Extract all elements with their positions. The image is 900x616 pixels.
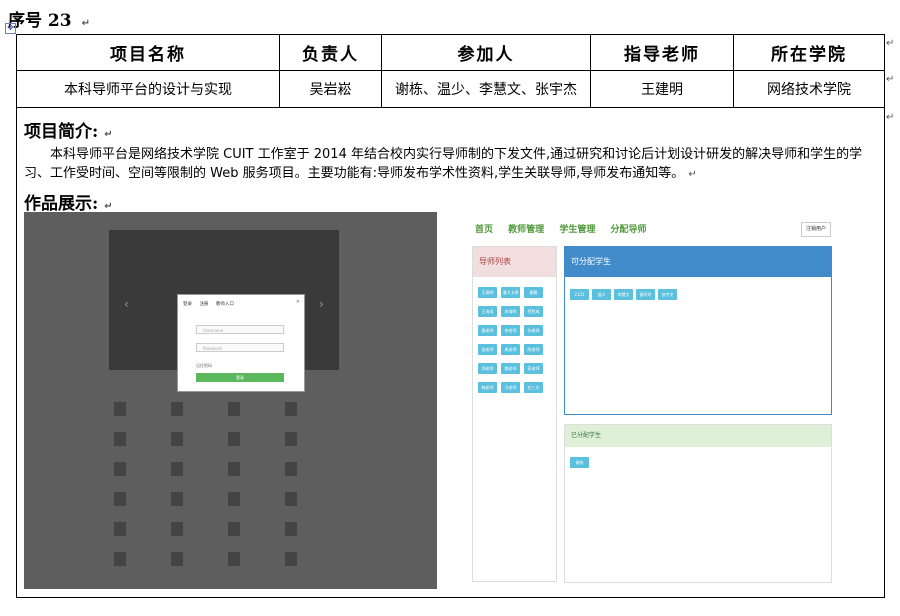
thumbnail-image	[171, 552, 183, 566]
teacher-button: 谢雅	[524, 287, 543, 298]
login-button: 登录	[196, 373, 284, 382]
thumbnail-image	[114, 552, 126, 566]
nav-assign: 分配导师	[610, 225, 647, 235]
student-button: 李慧文	[614, 289, 633, 300]
intro-paragraph: 本科导师平台是网络技术学院 CUIT 工作室于 2014 年结合校内实行导师制的…	[24, 147, 863, 181]
thumbnail-image	[114, 492, 126, 506]
screenshot-admin-page: 首页 教师管理 学生管理 分配导师 注销用户 导师列表 王建明 潘大卡德 谢雅王海涛…	[465, 212, 835, 589]
teacher-button: 王海涛	[478, 306, 497, 317]
header-project-name: 项目名称	[16, 34, 280, 71]
teacher-button: 蒋老师	[524, 363, 543, 374]
student-button: 2121	[570, 289, 589, 300]
teacher-button: 周老师	[501, 344, 520, 355]
thumbnail-image	[114, 432, 126, 446]
thumbnail-image	[228, 492, 240, 506]
row-end-mark: ↵	[886, 74, 895, 85]
teacher-button: 韩老师	[478, 382, 497, 393]
thumbnail-image	[285, 552, 297, 566]
student-button: 张宇文	[658, 289, 677, 300]
teacher-button: 潘大卡德	[501, 287, 520, 298]
carousel-next-icon: ›	[319, 297, 324, 311]
row-end-mark: ↵	[886, 112, 895, 123]
thumbnail-image	[228, 552, 240, 566]
login-dialog: 登录 注册 教师入口 × Username Password 记住密码 登录	[177, 294, 305, 392]
thumbnail-image	[114, 522, 126, 536]
showcase-heading: 作品展示: ↵	[24, 194, 113, 214]
login-tabs: 登录 注册 教师入口	[183, 301, 240, 307]
nav-home: 首页	[475, 225, 494, 235]
teacher-button: 魏老师	[501, 363, 520, 374]
thumbnail-image	[171, 522, 183, 536]
tab-teacher: 教师入口	[215, 302, 234, 307]
thumbnail-image	[285, 522, 297, 536]
table-header-row: 项目名称 负责人 参加人 指导老师 所在学院	[16, 34, 885, 71]
value-leader: 吴岩崧	[279, 70, 382, 108]
thumbnail-image	[228, 462, 240, 476]
tab-register: 注册	[199, 302, 209, 307]
assignable-panel: 可分配学生 2121 温少 李慧文 谢玲玲 张宇文	[564, 246, 832, 415]
teacher-button: 李海明	[501, 306, 520, 317]
assignable-title: 可分配学生	[565, 247, 831, 277]
thumbnail-image	[171, 492, 183, 506]
teacher-button: 冯老师	[501, 382, 520, 393]
username-field: Username	[196, 325, 284, 334]
nav-teachers: 教师管理	[508, 225, 545, 235]
password-field: Password	[196, 343, 284, 352]
thumbnail-image	[171, 432, 183, 446]
teacher-list-title: 导师列表	[473, 247, 556, 277]
nav-students: 学生管理	[559, 225, 596, 235]
value-advisor: 王建明	[590, 70, 734, 108]
row-end-mark: ↵	[886, 38, 895, 49]
value-college: 网络技术学院	[733, 70, 885, 108]
teacher-button: 孙老师	[524, 325, 543, 336]
teacher-button: 王建明	[478, 287, 497, 298]
carousel-prev-icon: ‹	[124, 297, 129, 311]
header-college: 所在学院	[733, 34, 885, 71]
thumbnail-image	[171, 462, 183, 476]
student-button: 温少	[592, 289, 611, 300]
assigned-panel: 已分配学生 谢栋	[564, 424, 832, 583]
header-advisor: 指导老师	[590, 34, 734, 71]
value-participants: 谢栋、温少、李慧文、张宇杰	[381, 70, 591, 108]
teacher-button: 张老师	[478, 344, 497, 355]
thumbnail-image	[114, 462, 126, 476]
thumbnail-image	[171, 402, 183, 416]
teacher-button: 郑老师	[478, 363, 497, 374]
thumbnail-image	[228, 522, 240, 536]
thumbnail-image	[285, 402, 297, 416]
assigned-student-button: 谢栋	[570, 457, 589, 468]
header-participants: 参加人	[381, 34, 591, 71]
teacher-button: 李老师	[501, 325, 520, 336]
project-info-table: 项目名称 负责人 参加人 指导老师 所在学院 本科导师平台的设计与实现 吴岩崧 …	[16, 34, 885, 108]
close-icon: ×	[295, 299, 300, 305]
assigned-title: 已分配学生	[565, 425, 831, 447]
thumbnail-image	[228, 432, 240, 446]
table-value-row: 本科导师平台的设计与实现 吴岩崧 谢栋、温少、李慧文、张宇杰 王建明 网络技术学…	[16, 70, 885, 108]
student-button: 谢玲玲	[636, 289, 655, 300]
thumbnail-image	[114, 402, 126, 416]
thumbnail-image	[285, 462, 297, 476]
teacher-button: 陈老师	[524, 344, 543, 355]
teacher-button: 唐老师	[478, 325, 497, 336]
thumbnail-image	[228, 402, 240, 416]
sequence-label: 序号 23 ↵	[8, 11, 90, 31]
teacher-button: 罗胜成	[524, 306, 543, 317]
thumbnail-image	[285, 432, 297, 446]
admin-nav: 首页 教师管理 学生管理 分配导师	[475, 222, 658, 235]
intro-heading: 项目简介: ↵	[24, 122, 113, 142]
logout-button: 注销用户	[801, 222, 831, 237]
value-project-name: 本科导师平台的设计与实现	[16, 70, 280, 108]
remember-checkbox-label: 记住密码	[196, 363, 212, 368]
table-move-handle-icon[interactable]: ✥	[5, 23, 16, 34]
header-leader: 负责人	[279, 34, 382, 71]
thumbnail-image	[285, 492, 297, 506]
tab-login: 登录	[183, 302, 192, 307]
teacher-button: 杜三丰	[524, 382, 543, 393]
screenshot-login-page: ‹ › 登录 注册 教师入口 × Username Password 记住密码 …	[24, 212, 437, 589]
teacher-list-panel: 导师列表 王建明 潘大卡德 谢雅王海涛 李海明 罗胜成唐老师 李老师 孙老师张老师 周老师 陈老…	[472, 246, 557, 582]
